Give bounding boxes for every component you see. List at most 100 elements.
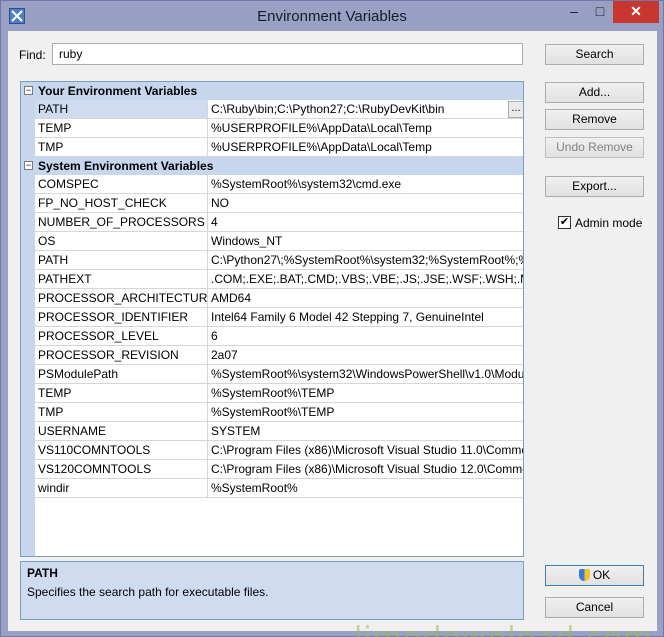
maximize-button[interactable]: □: [589, 1, 611, 23]
table-row[interactable]: PATHEXT .COM;.EXE;.BAT;.CMD;.VBS;.VBE;.JS…: [21, 270, 524, 289]
variable-value-text: C:\Ruby\bin;C:\Python27;C:\RubyDevKit\bi…: [211, 102, 445, 116]
find-label: Find:: [19, 48, 46, 62]
variable-name-cell[interactable]: COMSPEC: [35, 175, 208, 194]
variable-value-text: .COM;.EXE;.BAT;.CMD;.VBS;.VBE;.JS;.JSE;.…: [211, 272, 524, 286]
variable-name-cell[interactable]: PROCESSOR_REVISION: [35, 346, 208, 365]
variable-name-cell[interactable]: OS: [35, 232, 208, 251]
export-button[interactable]: Export...: [545, 176, 644, 197]
variable-value-cell[interactable]: C:\Ruby\bin;C:\Python27;C:\RubyDevKit\bi…: [208, 100, 523, 119]
variable-value-cell[interactable]: C:\Program Files (x86)\Microsoft Visual …: [208, 441, 523, 460]
variable-name-cell[interactable]: PSModulePath: [35, 365, 208, 384]
undo-remove-button[interactable]: Undo Remove: [545, 137, 644, 158]
variable-value-cell[interactable]: %USERPROFILE%\AppData\Local\Temp: [208, 119, 523, 138]
collapse-icon[interactable]: −: [24, 161, 33, 170]
variable-value-cell[interactable]: %SystemRoot%\system32\WindowsPowerShell\…: [208, 365, 524, 384]
variable-name-cell[interactable]: TEMP: [35, 119, 208, 138]
variable-value-text: %SystemRoot%: [211, 481, 298, 495]
variable-value-cell[interactable]: %USERPROFILE%\AppData\Local\Temp: [208, 138, 523, 157]
variable-value-cell[interactable]: %SystemRoot%\TEMP: [208, 403, 523, 422]
variable-value-cell[interactable]: %SystemRoot%\TEMP: [208, 384, 523, 403]
variable-value-cell[interactable]: C:\Python27\;%SystemRoot%\system32;%Syst…: [208, 251, 524, 270]
table-row[interactable]: PROCESSOR_ARCHITECTURE AMD64: [21, 289, 523, 308]
variable-value-cell[interactable]: %SystemRoot%: [208, 479, 523, 498]
table-row[interactable]: PATH C:\Python27\;%SystemRoot%\system32;%…: [21, 251, 524, 270]
variable-value-cell[interactable]: %SystemRoot%\system32\cmd.exe: [208, 175, 523, 194]
table-row[interactable]: TEMP %USERPROFILE%\AppData\Local\Temp: [21, 119, 523, 138]
collapse-icon[interactable]: −: [24, 86, 33, 95]
description-title: PATH: [27, 566, 58, 580]
variables-grid[interactable]: − Your Environment Variables PATH C:\Ruby…: [20, 81, 524, 557]
variable-value-text: %SystemRoot%\TEMP: [211, 405, 335, 419]
table-row[interactable]: COMSPEC %SystemRoot%\system32\cmd.exe: [21, 175, 523, 194]
variable-value-cell[interactable]: 2a07: [208, 346, 523, 365]
table-row[interactable]: VS110COMNTOOLS C:\Program Files (x86)\Mic…: [21, 441, 523, 460]
dialog-body: Find: Search Add... Remove Undo Remove E…: [8, 31, 657, 637]
user-variables-header[interactable]: − Your Environment Variables: [21, 82, 523, 100]
variable-value-cell[interactable]: Intel64 Family 6 Model 42 Stepping 7, Ge…: [208, 308, 523, 327]
ok-button[interactable]: OK: [545, 565, 644, 586]
table-row[interactable]: TEMP %SystemRoot%\TEMP: [21, 384, 523, 403]
variable-name-cell[interactable]: USERNAME: [35, 422, 208, 441]
table-row[interactable]: PSModulePath %SystemRoot%\system32\Window…: [21, 365, 524, 384]
variable-name-cell[interactable]: PROCESSOR_ARCHITECTURE: [35, 289, 208, 308]
variable-name-cell[interactable]: VS120COMNTOOLS: [35, 460, 208, 479]
close-button[interactable]: ✕: [613, 1, 659, 23]
watermark-logo: limedownload.com: [354, 621, 653, 637]
table-row[interactable]: USERNAME SYSTEM: [21, 422, 523, 441]
variable-name-cell[interactable]: windir: [35, 479, 208, 498]
description-text: Specifies the search path for executable…: [27, 585, 269, 599]
variable-value-text: AMD64: [211, 291, 252, 305]
variable-value-cell[interactable]: NO: [208, 194, 523, 213]
variable-name-cell[interactable]: TEMP: [35, 384, 208, 403]
variable-value-cell[interactable]: 4: [208, 213, 523, 232]
table-row[interactable]: PATH C:\Ruby\bin;C:\Python27;C:\RubyDevKi…: [21, 100, 523, 119]
variable-name-cell[interactable]: PROCESSOR_IDENTIFIER: [35, 308, 208, 327]
variable-value-cell[interactable]: .COM;.EXE;.BAT;.CMD;.VBS;.VBE;.JS;.JSE;.…: [208, 270, 524, 289]
variable-value-text: 2a07: [211, 348, 238, 362]
table-row[interactable]: VS120COMNTOOLS C:\Program Files (x86)\Mic…: [21, 460, 524, 479]
table-row[interactable]: windir %SystemRoot%: [21, 479, 523, 498]
variable-value-text: %SystemRoot%\TEMP: [211, 386, 335, 400]
remove-button[interactable]: Remove: [545, 109, 644, 130]
minimize-button[interactable]: –: [563, 1, 585, 23]
variable-value-cell[interactable]: Windows_NT: [208, 232, 523, 251]
table-row[interactable]: PROCESSOR_IDENTIFIER Intel64 Family 6 Mod…: [21, 308, 523, 327]
find-input[interactable]: [52, 43, 523, 65]
table-row[interactable]: PROCESSOR_REVISION 2a07: [21, 346, 523, 365]
search-button[interactable]: Search: [545, 44, 644, 65]
variable-name-cell[interactable]: VS110COMNTOOLS: [35, 441, 208, 460]
variable-name-cell[interactable]: NUMBER_OF_PROCESSORS: [35, 213, 208, 232]
edit-value-button[interactable]: ...: [508, 101, 523, 118]
variable-value-cell[interactable]: AMD64: [208, 289, 523, 308]
table-row[interactable]: FP_NO_HOST_CHECK NO: [21, 194, 523, 213]
variable-name-cell[interactable]: TMP: [35, 403, 208, 422]
variable-value-text: Windows_NT: [211, 234, 283, 248]
variable-value-text: C:\Python27\;%SystemRoot%\system32;%Syst…: [211, 253, 524, 267]
variable-name-cell[interactable]: TMP: [35, 138, 208, 157]
table-row[interactable]: TMP %USERPROFILE%\AppData\Local\Temp: [21, 138, 523, 157]
cancel-button[interactable]: Cancel: [545, 597, 644, 618]
variable-value-text: 4: [211, 215, 218, 229]
add-button[interactable]: Add...: [545, 82, 644, 103]
table-row[interactable]: NUMBER_OF_PROCESSORS 4: [21, 213, 523, 232]
variable-name-cell[interactable]: PATHEXT: [35, 270, 208, 289]
variable-value-text: C:\Program Files (x86)\Microsoft Visual …: [211, 462, 524, 476]
variable-value-text: %USERPROFILE%\AppData\Local\Temp: [211, 121, 432, 135]
checkbox-check-icon[interactable]: ✔: [558, 216, 571, 229]
table-row[interactable]: PROCESSOR_LEVEL 6: [21, 327, 523, 346]
variable-value-cell[interactable]: 6: [208, 327, 523, 346]
variable-name-cell[interactable]: PATH: [35, 251, 208, 270]
variable-value-text: SYSTEM: [211, 424, 261, 438]
variable-value-cell[interactable]: C:\Program Files (x86)\Microsoft Visual …: [208, 460, 524, 479]
variable-value-text: %SystemRoot%\system32\cmd.exe: [211, 177, 402, 191]
table-row[interactable]: TMP %SystemRoot%\TEMP: [21, 403, 523, 422]
system-variables-header[interactable]: − System Environment Variables: [21, 157, 523, 175]
variable-name-cell[interactable]: FP_NO_HOST_CHECK: [35, 194, 208, 213]
variable-value-cell[interactable]: SYSTEM: [208, 422, 523, 441]
title-bar[interactable]: Environment Variables – □ ✕: [1, 1, 663, 31]
variable-value-text: %USERPROFILE%\AppData\Local\Temp: [211, 140, 432, 154]
table-row[interactable]: OS Windows_NT: [21, 232, 523, 251]
variable-name-cell[interactable]: PROCESSOR_LEVEL: [35, 327, 208, 346]
variable-name-cell[interactable]: PATH: [35, 100, 208, 119]
variable-value-text: %SystemRoot%\system32\WindowsPowerShell\…: [211, 367, 524, 381]
